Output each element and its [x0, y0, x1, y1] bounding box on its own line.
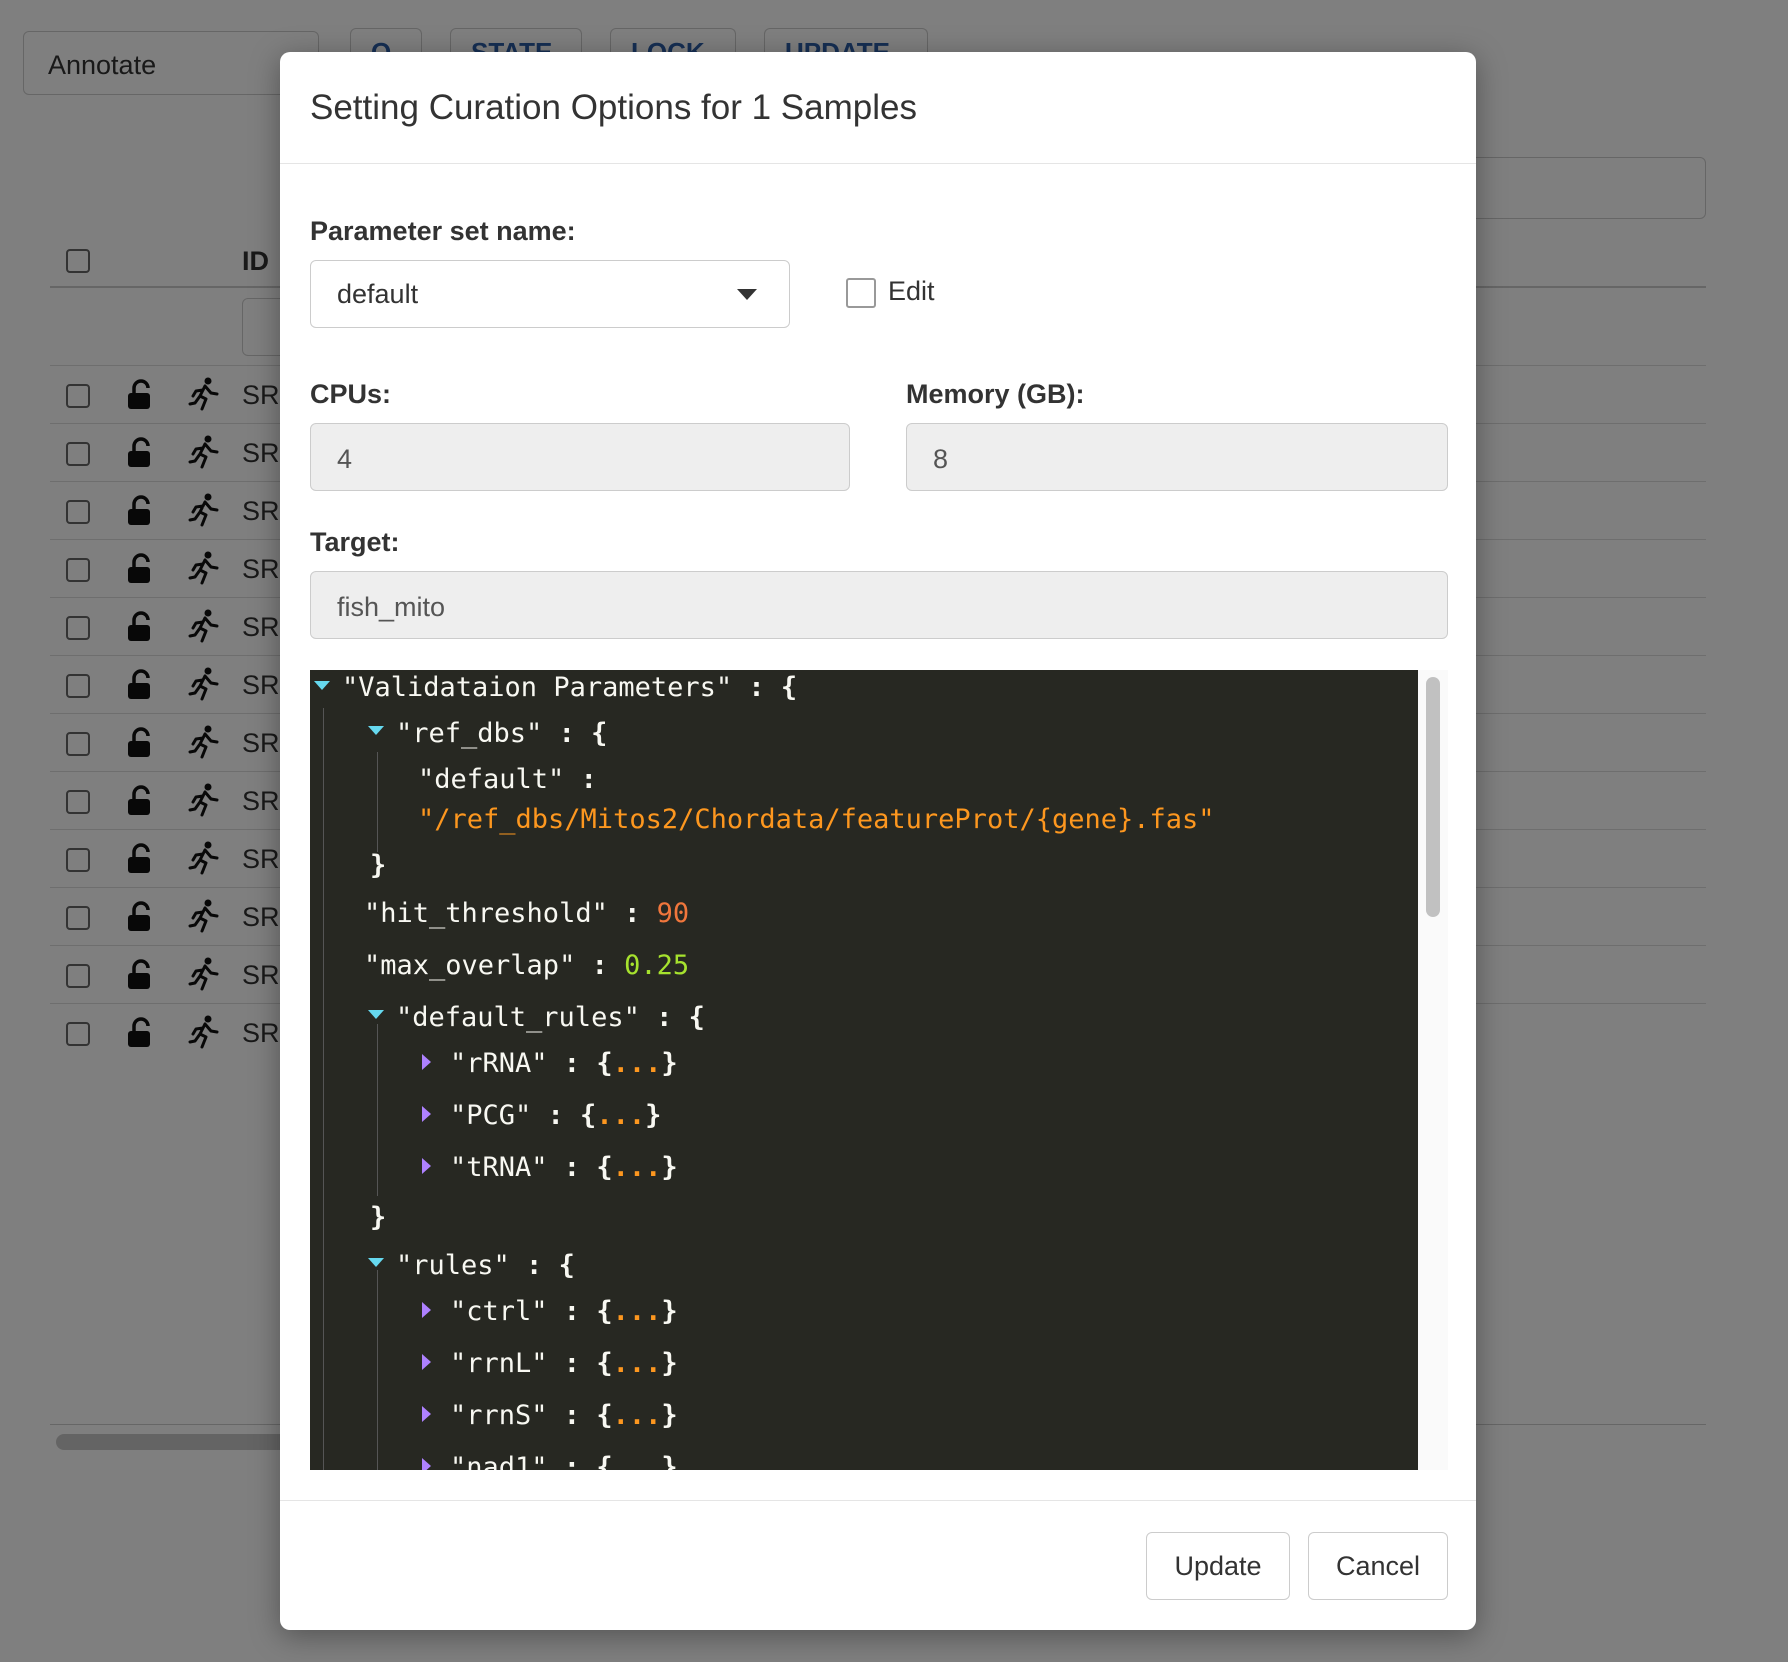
expand-arrow-icon[interactable]: [368, 1258, 384, 1267]
json-key-ref-dbs: "ref_dbs": [396, 718, 543, 749]
cpus-value: 4: [337, 444, 353, 474]
target-value: fish_mito: [337, 592, 446, 622]
update-button[interactable]: Update: [1146, 1532, 1290, 1600]
collapse-arrow-icon[interactable]: [422, 1458, 431, 1470]
edit-checkbox[interactable]: [846, 278, 876, 308]
json-key-max-overlap: "max_overlap": [364, 950, 576, 981]
expand-arrow-icon[interactable]: [368, 1010, 384, 1019]
edit-checkbox-label[interactable]: Edit: [888, 276, 935, 307]
collapse-arrow-icon[interactable]: [422, 1106, 431, 1122]
json-key-root: "Validataion Parameters": [342, 672, 733, 703]
json-close-brace: }: [370, 1202, 387, 1233]
indent-guide: [323, 708, 324, 1470]
modal-header: Setting Curation Options for 1 Samples: [280, 52, 1476, 164]
collapsed-ellipsis[interactable]: ...: [596, 1100, 645, 1131]
collapse-arrow-icon[interactable]: [422, 1354, 431, 1370]
memory-value: 8: [933, 444, 949, 474]
modal-title: Setting Curation Options for 1 Samples: [310, 88, 917, 127]
indent-guide: [377, 1270, 378, 1470]
caret-down-icon: [737, 289, 757, 300]
json-key-nad1: "nad1": [450, 1452, 548, 1470]
json-key-rrns: "rrnS": [450, 1400, 548, 1431]
json-value-max-overlap: 0.25: [624, 950, 690, 981]
json-key-ctrl: "ctrl": [450, 1296, 548, 1327]
parameter-set-label: Parameter set name:: [310, 216, 576, 246]
memory-label: Memory (GB):: [906, 379, 1085, 409]
modal-footer-divider: [280, 1500, 1476, 1501]
json-key-trna: "tRNA": [450, 1152, 548, 1183]
parameter-set-select[interactable]: default: [310, 260, 790, 328]
collapse-arrow-icon[interactable]: [422, 1054, 431, 1070]
expand-arrow-icon[interactable]: [314, 681, 330, 690]
collapsed-ellipsis[interactable]: ...: [613, 1452, 662, 1470]
collapse-arrow-icon[interactable]: [422, 1158, 431, 1174]
collapsed-ellipsis[interactable]: ...: [613, 1152, 662, 1183]
target-label: Target:: [310, 527, 400, 557]
collapsed-ellipsis[interactable]: ...: [613, 1296, 662, 1327]
target-input[interactable]: fish_mito: [310, 571, 1448, 639]
json-key-rrnl: "rrnL": [450, 1348, 548, 1379]
collapsed-ellipsis[interactable]: ...: [613, 1348, 662, 1379]
json-key-rrna: "rRNA": [450, 1048, 548, 1079]
json-key-default: "default": [418, 764, 565, 795]
json-value-default-path: "/ref_dbs/Mitos2/Chordata/featureProt/{g…: [418, 804, 1215, 835]
json-key-pcg: "PCG": [450, 1100, 532, 1131]
cancel-button[interactable]: Cancel: [1308, 1532, 1448, 1600]
collapse-arrow-icon[interactable]: [422, 1302, 431, 1318]
json-scrollbar-thumb[interactable]: [1426, 677, 1440, 917]
parameter-set-value: default: [337, 279, 419, 309]
json-key-rules: "rules": [396, 1250, 510, 1281]
json-key-default-rules: "default_rules": [396, 1002, 640, 1033]
json-close-brace: }: [370, 850, 387, 881]
json-key-hit-threshold: "hit_threshold": [364, 898, 608, 929]
curation-options-modal: Setting Curation Options for 1 Samples P…: [280, 52, 1476, 1630]
collapsed-ellipsis[interactable]: ...: [613, 1048, 662, 1079]
indent-guide: [377, 1024, 378, 1196]
indent-guide: [377, 752, 378, 852]
collapsed-ellipsis[interactable]: ...: [613, 1400, 662, 1431]
cpus-label: CPUs:: [310, 379, 392, 409]
cpus-input[interactable]: 4: [310, 423, 850, 491]
expand-arrow-icon[interactable]: [368, 726, 384, 735]
json-value-hit-threshold: 90: [656, 898, 690, 929]
collapse-arrow-icon[interactable]: [422, 1406, 431, 1422]
json-viewer[interactable]: "Validataion Parameters" : { "ref_dbs" :…: [310, 670, 1418, 1470]
memory-input[interactable]: 8: [906, 423, 1448, 491]
